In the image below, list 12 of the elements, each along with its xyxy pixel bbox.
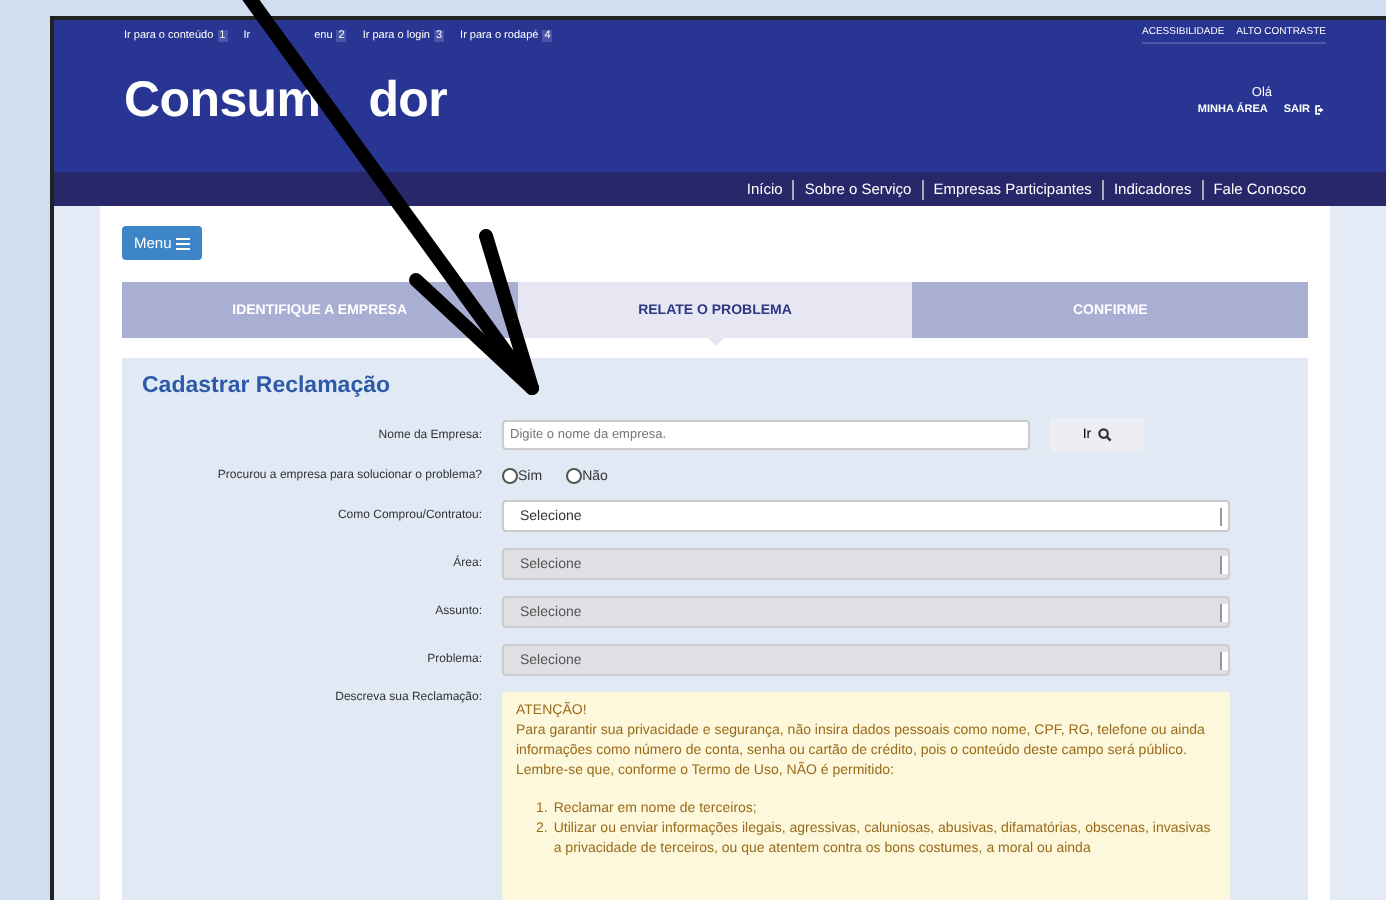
caret-icon xyxy=(1220,652,1228,670)
caret-icon xyxy=(1220,508,1228,526)
logout-icon xyxy=(1314,104,1326,116)
radio-button[interactable] xyxy=(566,468,583,484)
caret-icon xyxy=(1220,604,1228,622)
radio-button[interactable] xyxy=(502,468,518,484)
caret-icon xyxy=(1220,556,1228,574)
site-logo: Consum xyxy=(124,72,321,130)
search-icon xyxy=(1097,428,1112,442)
site-logo: dor xyxy=(368,72,448,130)
form-title: Cadastrar Reclamação xyxy=(142,374,393,398)
menu-icon xyxy=(175,237,190,249)
